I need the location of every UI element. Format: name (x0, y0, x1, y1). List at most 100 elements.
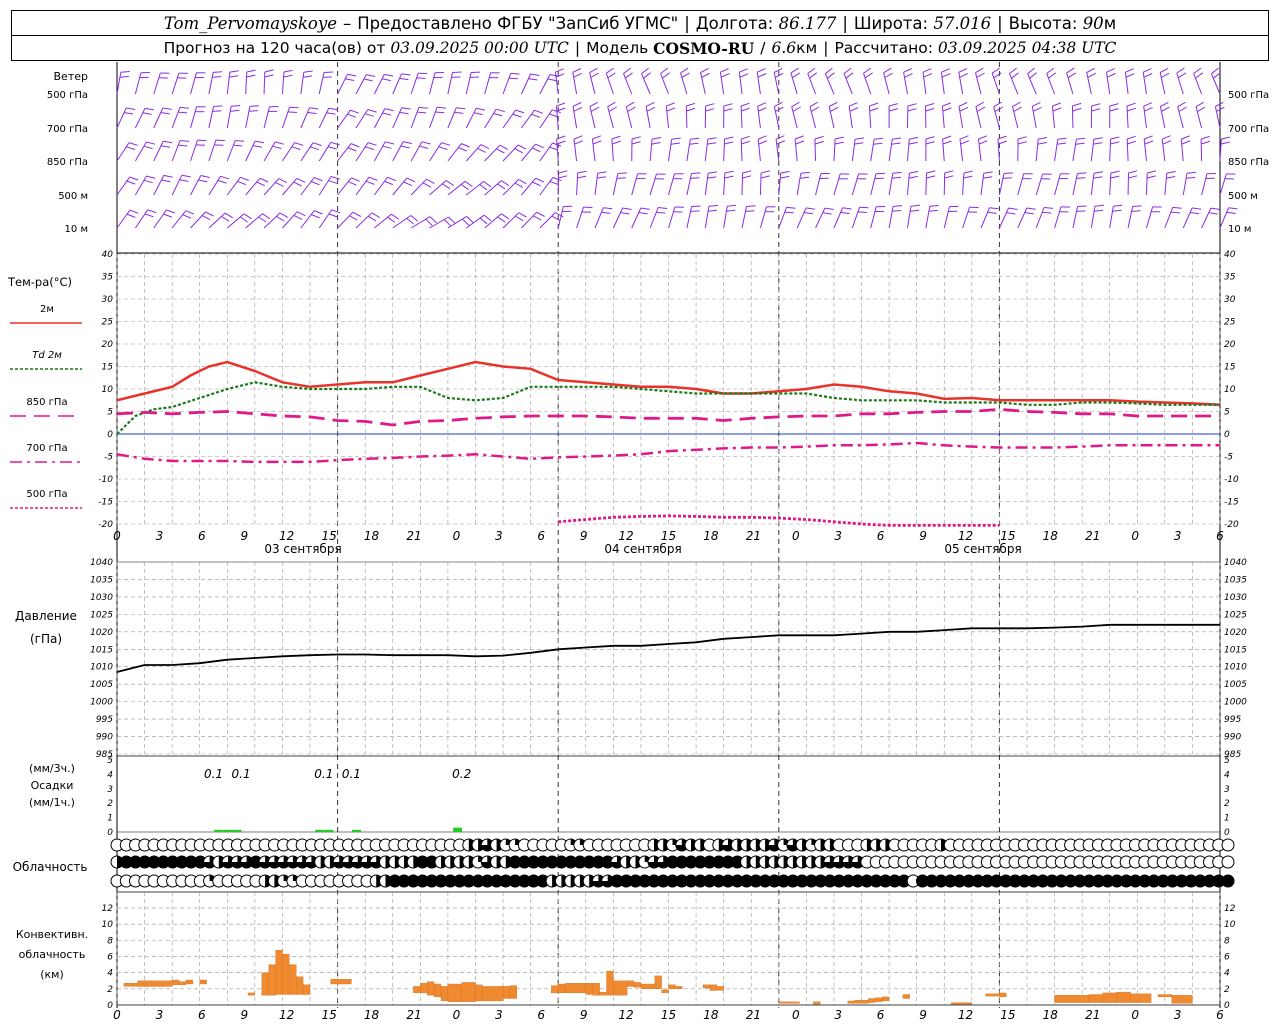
wind-barb (337, 177, 352, 196)
wind-barb-feather (1126, 102, 1136, 107)
conv-bar (558, 983, 566, 994)
cloud-circle-fill (1222, 875, 1234, 887)
precip-bar (223, 829, 233, 832)
wind-barb-feather (1029, 72, 1037, 79)
wind-barb (355, 109, 369, 129)
wind-barb-feather (590, 106, 600, 112)
wind-title: Ветер (54, 70, 88, 83)
wind-barb-feather (705, 108, 715, 112)
wind-barb-feather (1013, 106, 1022, 112)
wind-barb-feather (959, 106, 969, 112)
wind-barb-feather (1076, 137, 1086, 140)
wind-barb-feather (348, 181, 357, 186)
wind-barb-feather (859, 206, 869, 209)
wind-barb (502, 144, 519, 162)
hour-tick-label: 0 (792, 529, 800, 543)
wind-barb (355, 176, 370, 196)
wind-barb-feather (556, 102, 566, 107)
conv-bar (433, 983, 442, 998)
wind-barb-feather (680, 67, 689, 74)
conv-bar (482, 986, 504, 1002)
wind-barb-feather (572, 102, 582, 107)
wind-barb-feather (1128, 170, 1138, 174)
wind-barb (539, 142, 553, 162)
wind-barb (1124, 72, 1129, 95)
wind-barb-feather (1200, 135, 1210, 140)
wind-barb-feather (518, 212, 527, 218)
wind-barb-feather (461, 143, 470, 148)
wind-barb (263, 106, 270, 129)
wind-barb (226, 177, 241, 196)
wind-barb-feather (1160, 101, 1169, 107)
wind-barb-feather (328, 213, 338, 218)
temp-legend-label: 700 гПа (26, 443, 67, 454)
conv-ytick-right: 8 (1224, 936, 1230, 946)
wind-barb (300, 107, 310, 129)
wind-barb-feather (495, 108, 505, 113)
wind-barb-feather (517, 144, 527, 150)
hour-tick-label-bottom: 0 (453, 1008, 461, 1022)
wind-barb-feather (681, 72, 690, 79)
wind-barb (116, 72, 122, 95)
wind-barb (263, 71, 266, 95)
hour-tick-label-bottom: 21 (1085, 1008, 1100, 1022)
temp-legend-label: 850 гПа (26, 397, 67, 408)
hour-tick-label-bottom: 12 (279, 1008, 294, 1022)
wind-barb-feather (776, 140, 786, 145)
wind-barb-feather (235, 140, 245, 142)
wind-barb-feather (577, 175, 587, 179)
wind-barb-feather (651, 142, 661, 145)
conv-bar (847, 1000, 855, 1004)
wind-barb (263, 212, 281, 229)
wind-barb-feather (217, 180, 227, 184)
hour-tick-label-bottom: 9 (919, 1008, 927, 1022)
wind-barb-feather (328, 180, 338, 184)
wind-barb-feather (884, 72, 893, 78)
wind-barb-feather (855, 137, 865, 140)
wind-barb-feather (1093, 171, 1103, 174)
wind-barb-feather (1178, 72, 1187, 79)
wind-barb-feather (925, 141, 935, 145)
conv-bar (599, 991, 607, 996)
hour-tick-label-bottom: 6 (198, 1008, 206, 1022)
wind-barb (723, 206, 728, 229)
wind-barb-feather (707, 142, 717, 145)
wind-barb-feather (406, 177, 416, 183)
wind-barb-feather (514, 182, 524, 188)
wind-barb-feather (708, 209, 718, 212)
wind-barb-feather (1094, 204, 1104, 207)
conv-bar (282, 953, 290, 995)
wind-barb (594, 173, 599, 196)
wind-barb (465, 144, 482, 162)
wind-barb-feather (399, 111, 409, 115)
wind-barb (848, 106, 853, 129)
wind-barb-feather (742, 170, 752, 174)
wind-barb-feather (1017, 136, 1027, 140)
wind-barb (1182, 207, 1193, 229)
wind-barb (300, 210, 315, 229)
wind-barb-feather (786, 206, 796, 209)
wind-barb-feather (1132, 205, 1142, 207)
wind-barb-feather (466, 216, 474, 223)
wind-barb (1143, 139, 1147, 162)
wind-barb (759, 172, 762, 196)
conv-bar (985, 993, 1000, 997)
wind-barb-feather (607, 101, 616, 108)
conv-bar (427, 981, 435, 996)
wind-barb-feather (573, 106, 583, 112)
wind-barb-feather (745, 210, 755, 212)
pressure-ytick-right: 1000 (1224, 698, 1247, 708)
pressure-ytick-left: 1035 (90, 575, 113, 585)
temp-ytick-right: 20 (1224, 340, 1236, 350)
wind-barb-feather (741, 135, 750, 140)
wind-barb (484, 213, 502, 229)
hour-tick-label: 15 (661, 529, 676, 543)
wind-barb (190, 139, 198, 162)
precip-3h-label: 0.1 (204, 767, 223, 781)
wind-barb (281, 71, 285, 95)
wind-barb (300, 72, 305, 95)
wind-barb-feather (607, 72, 616, 79)
wind-barb-feather (622, 207, 632, 210)
wind-barb-feather (322, 76, 332, 78)
precip-ytick-right: 1 (1224, 814, 1230, 824)
